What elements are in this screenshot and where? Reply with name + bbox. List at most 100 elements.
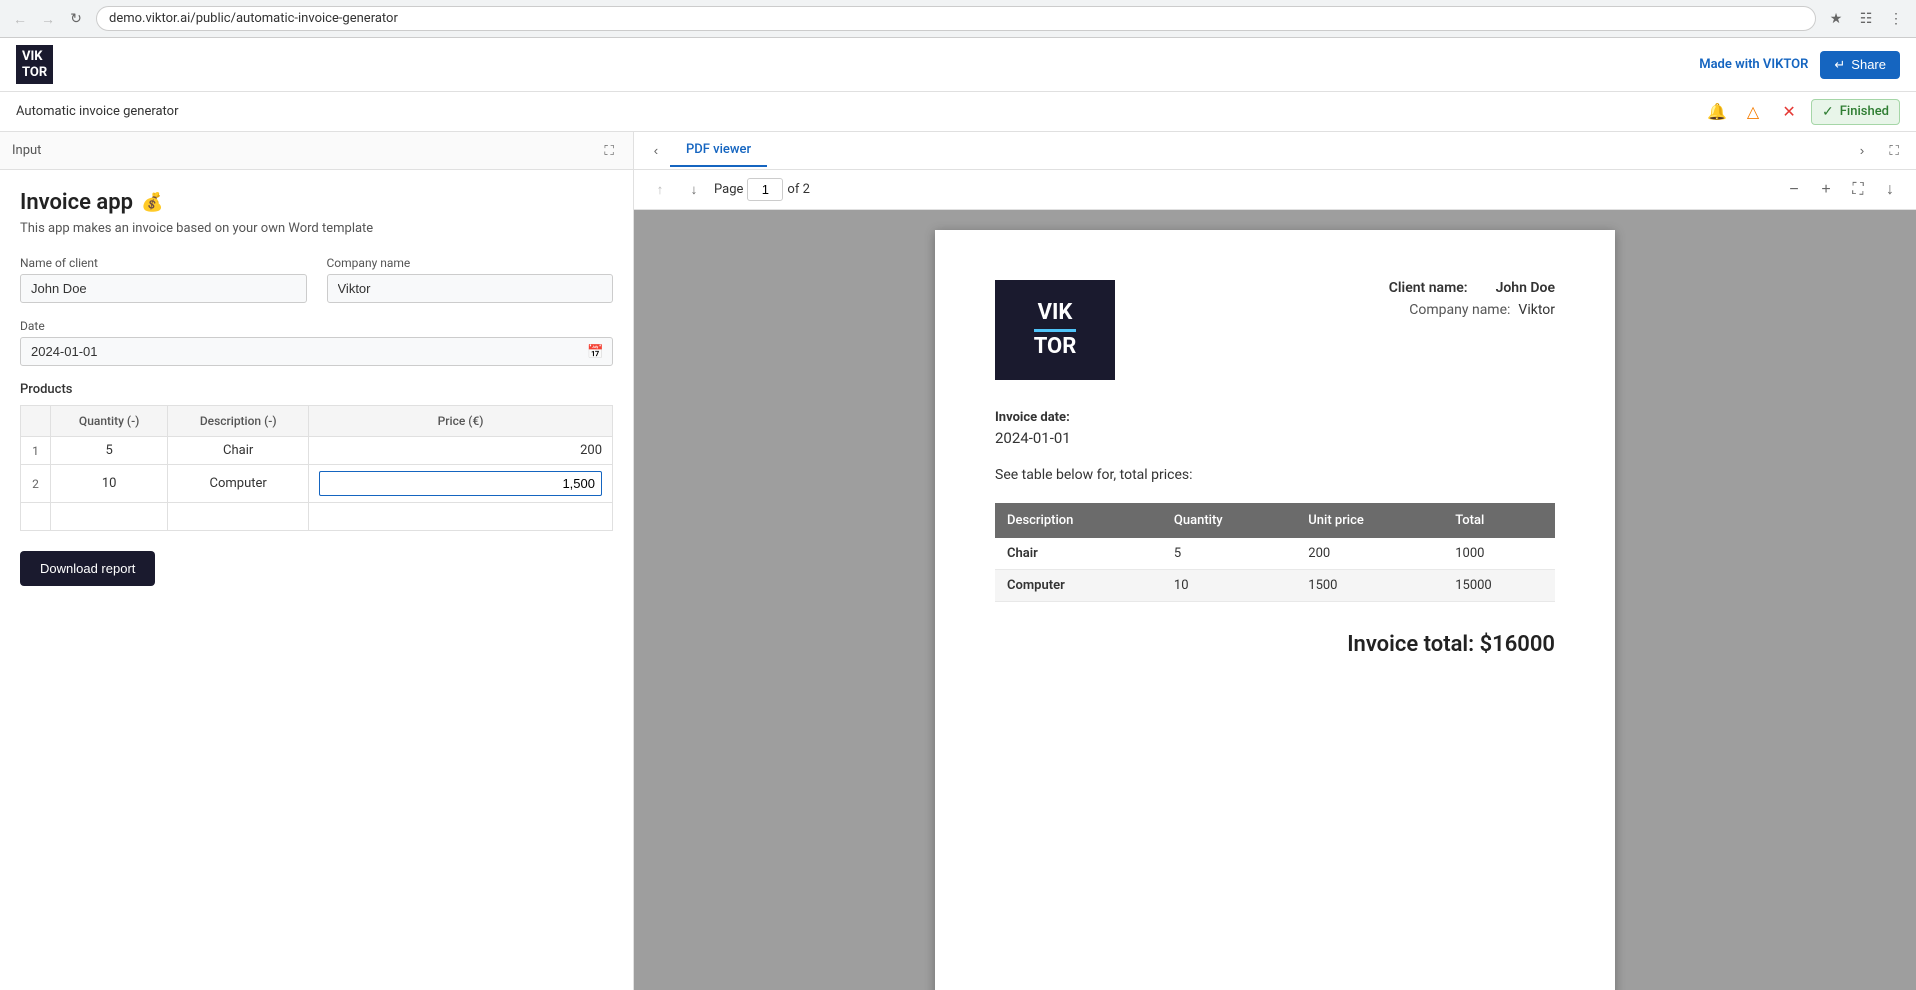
company-name-value-doc: Viktor <box>1518 302 1555 318</box>
company-name-row: Company name: Viktor <box>1389 302 1555 318</box>
client-name-value-doc: John Doe <box>1496 280 1555 296</box>
invoice-row-1: Chair 5 200 1000 <box>995 538 1555 570</box>
back-button[interactable]: ← <box>8 7 32 31</box>
inv-row2-total: 15000 <box>1443 570 1555 602</box>
browser-nav-buttons: ← → ↻ <box>8 7 88 31</box>
url-text: demo.viktor.ai/public/automatic-invoice-… <box>109 11 398 26</box>
bookmark-button[interactable]: ★ <box>1824 7 1848 31</box>
products-title: Products <box>20 382 613 397</box>
price-header: Price (€) <box>309 406 613 437</box>
refresh-button[interactable]: ↻ <box>64 7 88 31</box>
client-name-label: Name of client <box>20 256 307 270</box>
row1-desc[interactable]: Chair <box>168 437 309 465</box>
page-number-input[interactable] <box>747 178 783 201</box>
app-header: VIK TOR Made with VIKTOR ↵ Share <box>0 38 1916 92</box>
date-label: Date <box>20 319 613 333</box>
inv-row1-desc: Chair <box>995 538 1162 570</box>
empty-price[interactable] <box>309 503 613 531</box>
header-right: Made with VIKTOR ↵ Share <box>1699 51 1900 79</box>
logo-line1: VIK <box>22 49 47 65</box>
left-panel: Input ⛶ Invoice app 💰 This app makes an … <box>0 132 634 990</box>
row2-qty[interactable]: 10 <box>51 465 168 503</box>
invoice-app-title: Invoice app 💰 <box>20 190 613 215</box>
address-bar[interactable]: demo.viktor.ai/public/automatic-invoice-… <box>96 6 1816 31</box>
pdf-next-page[interactable]: ↓ <box>680 176 708 204</box>
inv-col-qty: Quantity <box>1162 503 1296 538</box>
date-group: Date 📅 <box>20 319 613 366</box>
pdf-viewer-actions: › ⛶ <box>1848 137 1908 165</box>
pdf-tab-next[interactable]: › <box>1848 137 1876 165</box>
empty-qty[interactable] <box>51 503 168 531</box>
row2-price[interactable] <box>309 465 613 503</box>
pdf-prev-page[interactable]: ↑ <box>646 176 674 204</box>
empty-num <box>21 503 51 531</box>
empty-desc[interactable] <box>168 503 309 531</box>
settings-button[interactable]: ⋮ <box>1884 7 1908 31</box>
left-panel-header: Input ⛶ <box>0 132 633 170</box>
pdf-zoom-controls: − + ⛶ ↓ <box>1780 176 1904 204</box>
pdf-navigation: ↑ ↓ Page of 2 <box>646 176 810 204</box>
right-panel: ‹ PDF viewer › ⛶ ↑ ↓ Page of 2 − + <box>634 132 1916 990</box>
pdf-content: VIK TOR Client name: John Doe Company na… <box>634 210 1916 990</box>
inv-row1-total: 1000 <box>1443 538 1555 570</box>
left-panel-content: Invoice app 💰 This app makes an invoice … <box>0 170 633 990</box>
products-section: Products Quantity (-) Description (-) Pr… <box>20 382 613 531</box>
invoice-date-label-text: Invoice date: <box>995 410 1070 425</box>
inv-col-desc: Description <box>995 503 1162 538</box>
viktor-logo: VIK TOR <box>995 280 1115 380</box>
forward-button[interactable]: → <box>36 7 60 31</box>
company-name-label-doc: Company name: <box>1409 302 1510 318</box>
extensions-button[interactable]: ☷ <box>1854 7 1878 31</box>
desc-header: Description (-) <box>168 406 309 437</box>
pdf-viewer-tab[interactable]: PDF viewer <box>670 134 767 167</box>
date-input[interactable] <box>21 338 579 365</box>
client-name-label-doc: Client name: <box>1389 280 1468 296</box>
share-icon: ↵ <box>1834 57 1845 73</box>
close-button[interactable]: ✕ <box>1775 98 1803 126</box>
pdf-expand-button[interactable]: ⛶ <box>1880 137 1908 165</box>
date-input-wrapper: 📅 <box>20 337 613 366</box>
invoice-document: VIK TOR Client name: John Doe Company na… <box>935 230 1615 990</box>
notification-button[interactable]: 🔔 <box>1703 98 1731 126</box>
row1-num: 1 <box>21 437 51 465</box>
company-name-input[interactable] <box>327 274 614 303</box>
row1-price[interactable]: 200 <box>309 437 613 465</box>
row2-desc[interactable]: Computer <box>168 465 309 503</box>
company-name-label: Company name <box>327 256 614 270</box>
expand-panel-button[interactable]: ⛶ <box>597 139 621 163</box>
fit-page-button[interactable]: ⛶ <box>1844 176 1872 204</box>
download-report-button[interactable]: Download report <box>20 551 155 586</box>
client-name-input[interactable] <box>20 274 307 303</box>
pdf-toolbar: ↑ ↓ Page of 2 − + ⛶ ↓ <box>634 170 1916 210</box>
inv-col-total: Total <box>1443 503 1555 538</box>
zoom-in-button[interactable]: + <box>1812 176 1840 204</box>
made-with-label: Made with <box>1699 57 1763 72</box>
warning-button[interactable]: △ <box>1739 98 1767 126</box>
logo-box: VIK TOR <box>16 45 53 84</box>
viktor-logo-text: VIK TOR <box>1034 300 1077 360</box>
page-info: Page of 2 <box>714 178 810 201</box>
calendar-icon[interactable]: 📅 <box>579 340 612 364</box>
products-table: Quantity (-) Description (-) Price (€) 1… <box>20 405 613 531</box>
pdf-tabs: ‹ PDF viewer <box>642 134 767 167</box>
zoom-out-button[interactable]: − <box>1780 176 1808 204</box>
table-row: 1 5 Chair 200 <box>21 437 613 465</box>
browser-chrome: ← → ↻ demo.viktor.ai/public/automatic-in… <box>0 0 1916 38</box>
logo-tor: TOR <box>1034 334 1077 360</box>
download-pdf-button[interactable]: ↓ <box>1876 176 1904 204</box>
page-label: Page <box>714 182 743 197</box>
row1-qty[interactable]: 5 <box>51 437 168 465</box>
invoice-title-text: Invoice app <box>20 190 133 215</box>
toolbar-right: 🔔 △ ✕ ✓ Finished <box>1703 98 1900 126</box>
share-button[interactable]: ↵ Share <box>1820 51 1900 79</box>
client-name-group: Name of client <box>20 256 307 303</box>
client-name-row: Client name: John Doe <box>1389 280 1555 296</box>
inv-row2-qty: 10 <box>1162 570 1296 602</box>
inv-row2-unit: 1500 <box>1296 570 1443 602</box>
invoice-row-2: Computer 10 1500 15000 <box>995 570 1555 602</box>
logo-line2: TOR <box>22 65 47 81</box>
row2-price-input <box>319 471 602 496</box>
company-name-group: Company name <box>327 256 614 303</box>
pdf-tab-prev[interactable]: ‹ <box>642 137 670 165</box>
made-with-viktor: Made with VIKTOR <box>1699 57 1808 72</box>
